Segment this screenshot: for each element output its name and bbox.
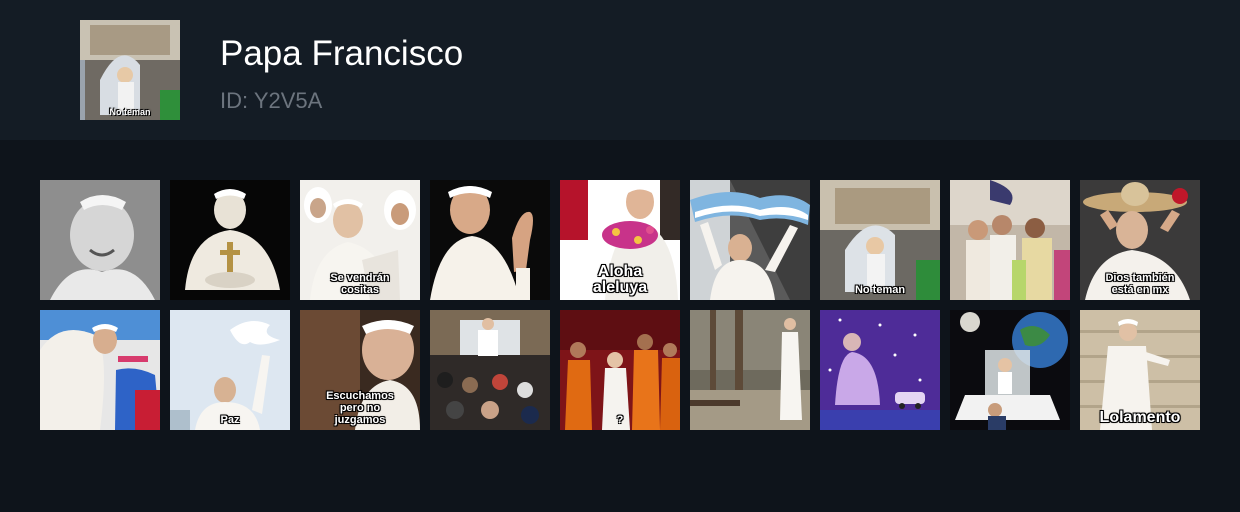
- sticker-caption: ?: [616, 414, 624, 426]
- sticker-caption: Lolamento: [1099, 409, 1181, 426]
- sticker-lolamento[interactable]: Lolamento: [1080, 310, 1200, 430]
- sticker-caption: Paz: [220, 414, 240, 426]
- sticker-dios-tambien-esta-en-mx[interactable]: Dios también está en mx: [1080, 180, 1200, 300]
- sticker-caption: Escuchamos pero no juzgamos: [326, 390, 394, 426]
- sticker-waving[interactable]: [430, 180, 550, 300]
- pack-id: ID: Y2V5A: [220, 88, 323, 113]
- sticker-no-teman[interactable]: No teman: [820, 180, 940, 300]
- sticker-aloha-aleluya[interactable]: Aloha aleluya: [560, 180, 680, 300]
- sticker-space-purple[interactable]: [820, 310, 940, 430]
- sticker-moon-car[interactable]: [950, 310, 1070, 430]
- sticker-caption: Se vendrán cositas: [330, 272, 390, 296]
- pack-cover-caption: No teman: [109, 107, 151, 117]
- sticker-praying-dark[interactable]: [170, 180, 290, 300]
- sticker-se-vendran-cositas[interactable]: Se vendrán cositas: [300, 180, 420, 300]
- sticker-flag[interactable]: [690, 180, 810, 300]
- sticker-caption: Aloha aleluya: [592, 263, 648, 296]
- sticker-standing[interactable]: [690, 310, 810, 430]
- sticker-crowd[interactable]: [950, 180, 1070, 300]
- sticker-escuchamos-pero-no-juzgamos[interactable]: Escuchamos pero no juzgamos: [300, 310, 420, 430]
- sticker-paz[interactable]: Paz: [170, 310, 290, 430]
- sticker-caption: Dios también está en mx: [1105, 272, 1175, 296]
- sticker-hat[interactable]: [40, 310, 160, 430]
- sticker-monks[interactable]: ?: [560, 310, 680, 430]
- pack-cover-image: No teman: [80, 20, 180, 120]
- sticker-caption: No teman: [854, 284, 906, 296]
- pack-header: No teman Papa Francisco ID: Y2V5A: [0, 0, 1240, 140]
- sticker-smiling-bw[interactable]: [40, 180, 160, 300]
- sticker-grid: Se vendrán cositas Aloha aleluya No tema…: [40, 180, 1200, 430]
- sticker-popemobile-crowd[interactable]: [430, 310, 550, 430]
- pack-title: Papa Francisco: [220, 34, 464, 73]
